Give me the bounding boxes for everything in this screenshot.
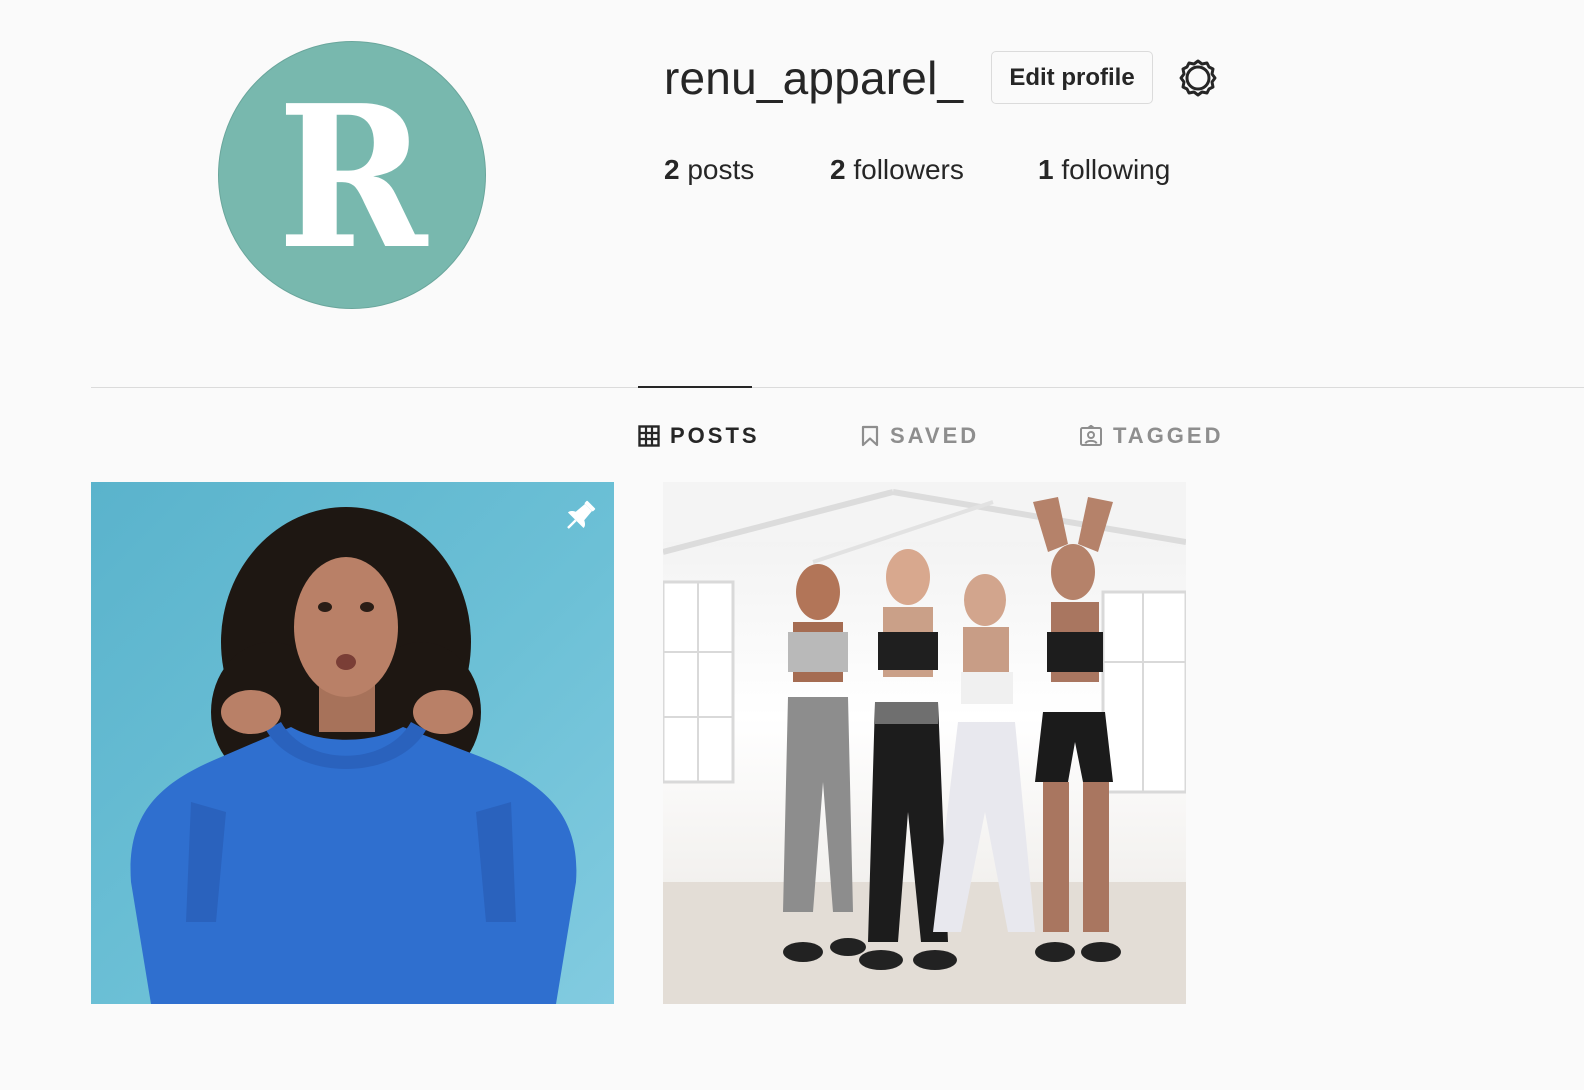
post-thumbnail[interactable] — [663, 482, 1186, 1004]
pin-icon — [567, 500, 596, 529]
tab-tagged[interactable]: TAGGED — [1079, 420, 1223, 452]
profile-stats: 2 posts 2 followers 1 following — [664, 150, 1170, 190]
tab-saved-label: SAVED — [890, 423, 980, 448]
followers-count: 2 — [830, 154, 846, 185]
tab-posts[interactable]: POSTS — [638, 420, 760, 452]
followers-label: followers — [853, 154, 964, 185]
following-stat[interactable]: 1 following — [1038, 150, 1170, 190]
following-label: following — [1061, 154, 1171, 185]
tab-tagged-label: TAGGED — [1113, 423, 1224, 448]
post-image-fitness-group — [663, 482, 1186, 1004]
username: renu_apparel_ — [664, 52, 964, 104]
post-image-woman-in-hoodie — [130, 507, 577, 1004]
grid-icon — [638, 425, 660, 447]
tabs-divider — [91, 387, 1584, 388]
post-thumbnail[interactable] — [91, 482, 614, 1004]
avatar-letter: R — [277, 63, 427, 293]
bookmark-icon — [861, 425, 879, 447]
following-count: 1 — [1038, 154, 1054, 185]
tab-saved[interactable]: SAVED — [860, 420, 979, 452]
profile-page: R renu_apparel_ Edit profile 2 posts 2 f… — [0, 0, 1584, 1090]
posts-stat: 2 posts — [664, 150, 830, 190]
edit-profile-button[interactable]: Edit profile — [991, 51, 1153, 104]
tagged-user-icon — [1080, 425, 1102, 446]
followers-stat[interactable]: 2 followers — [830, 150, 1038, 190]
posts-label: posts — [687, 154, 755, 185]
posts-count: 2 — [664, 154, 680, 185]
tab-posts-label: POSTS — [670, 423, 760, 448]
profile-avatar[interactable]: R — [218, 41, 486, 309]
gear-icon[interactable] — [1176, 56, 1220, 100]
active-tab-indicator — [638, 386, 752, 388]
